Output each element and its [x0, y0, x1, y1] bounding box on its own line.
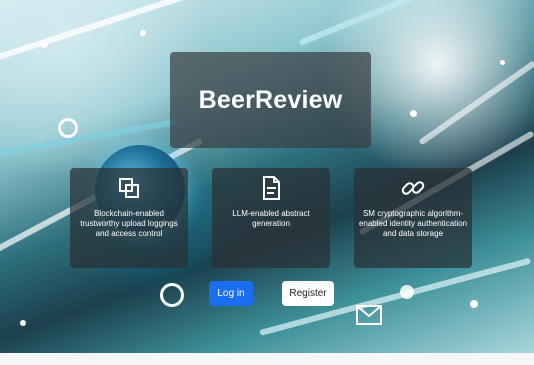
title-panel: BeerReview: [170, 52, 371, 148]
feature-label: SM cryptographic algorithm-enabled ident…: [358, 209, 468, 238]
decor-stripe: [298, 0, 534, 46]
target-ring: [160, 283, 184, 307]
decor-dot: [470, 300, 478, 308]
decor-dot: [400, 285, 414, 299]
decor-dot: [500, 60, 505, 65]
decor-dot: [140, 30, 146, 36]
feature-card-blockchain: Blockchain-enabled trustworthy upload lo…: [70, 168, 188, 268]
app-title: BeerReview: [198, 85, 343, 114]
footer-bar: [0, 353, 534, 365]
document-icon: [263, 176, 280, 200]
decor-dot: [40, 40, 48, 48]
link-icon: [401, 181, 425, 195]
register-button[interactable]: Register: [282, 281, 334, 306]
feature-card-llm: LLM-enabled abstract generation: [212, 168, 330, 268]
feature-label: LLM-enabled abstract generation: [232, 209, 310, 228]
copy-squares-icon: [119, 178, 139, 198]
feature-card-crypto: SM cryptographic algorithm-enabled ident…: [354, 168, 472, 268]
decor-stripe: [418, 60, 534, 146]
decor-dot: [410, 110, 417, 117]
envelope-icon: [356, 305, 382, 325]
decor-dot: [20, 320, 26, 326]
feature-label: Blockchain-enabled trustworthy upload lo…: [80, 209, 178, 238]
target-ring: [58, 118, 78, 138]
login-button[interactable]: Log in: [209, 281, 253, 306]
